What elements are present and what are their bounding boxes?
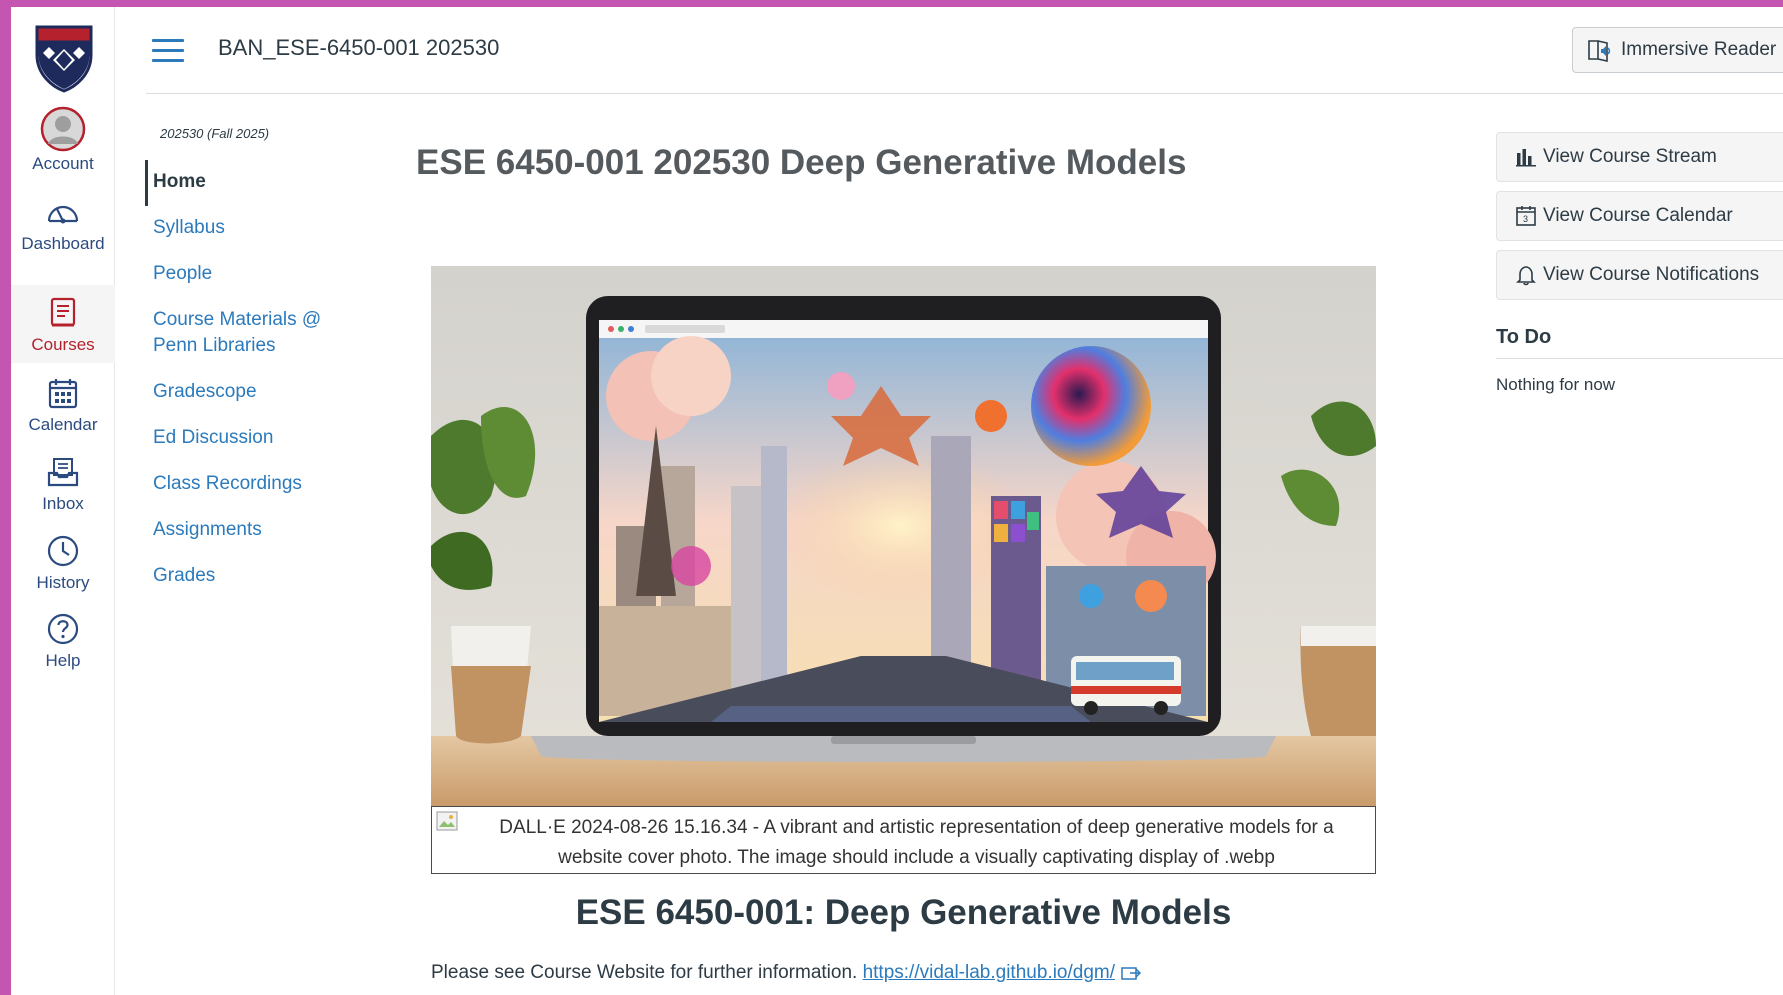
todo-divider [1496,358,1783,359]
immersive-reader-icon [1588,40,1611,62]
view-course-notifications-label: View Course Notifications [1543,264,1760,285]
course-website-info: Please see Course Website for further in… [431,962,1141,984]
inbox-icon [45,454,81,490]
nav-account[interactable]: Account [11,100,115,178]
course-header: BAN_ESE-6450-001 202530 Immersive Reader [146,7,1783,94]
courses-icon [45,295,81,331]
course-nav-people[interactable]: People [153,261,212,287]
calendar-icon: 3 [1516,206,1536,226]
avatar [40,106,86,152]
nav-history[interactable]: History [11,523,115,601]
course-nav-assignments[interactable]: Assignments [153,517,262,543]
view-course-stream-button[interactable]: View Course Stream [1496,132,1783,182]
image-caption-text: DALL·E 2024-08-26 15.16.34 - A vibrant a… [499,817,1334,868]
breadcrumb[interactable]: BAN_ESE-6450-001 202530 [218,35,499,61]
nav-label-history: History [36,573,90,592]
nav-dashboard[interactable]: Dashboard [11,184,115,262]
course-cover-image [431,266,1376,807]
course-nav-class-recordings[interactable]: Class Recordings [153,471,302,497]
help-icon [45,611,81,647]
image-caption: DALL·E 2024-08-26 15.16.34 - A vibrant a… [431,806,1376,874]
dashboard-icon [45,194,81,230]
course-materials-line1: Course Materials @ [153,309,322,330]
course-nav-syllabus[interactable]: Syllabus [153,215,225,241]
nav-help[interactable]: Help [11,601,115,679]
course-heading: ESE 6450-001: Deep Generative Models [575,893,1232,932]
course-website-link[interactable]: https://vidal-lab.github.io/dgm/ [863,962,1115,983]
info-text: Please see Course Website for further in… [431,962,858,983]
calendar-icon [45,375,81,411]
course-menu-toggle-icon[interactable] [152,39,184,65]
nav-label-help: Help [45,651,81,670]
view-course-notifications-button[interactable]: View Course Notifications [1496,250,1783,300]
nav-inbox[interactable]: Inbox [11,444,115,522]
course-nav-grades[interactable]: Grades [153,563,215,589]
immersive-reader-label: Immersive Reader [1621,39,1777,60]
broken-image-icon [436,811,458,831]
todo-title: To Do [1496,326,1552,348]
nav-courses[interactable]: Courses [11,285,115,363]
bell-icon [1516,266,1536,286]
course-nav-ed-discussion[interactable]: Ed Discussion [153,425,273,451]
history-icon [45,533,81,569]
page-title: ESE 6450-001 202530 Deep Generative Mode… [416,143,1187,182]
course-nav-gradescope[interactable]: Gradescope [153,379,257,405]
nav-label-inbox: Inbox [42,494,84,513]
nav-label-dashboard: Dashboard [21,234,105,253]
nav-label-courses: Courses [31,335,95,354]
immersive-reader-button[interactable]: Immersive Reader [1572,27,1783,73]
svg-text:3: 3 [1523,214,1528,224]
bar-chart-icon [1516,149,1536,167]
window-frame-left [0,0,11,995]
course-materials-line2: Penn Libraries [153,335,276,356]
nav-calendar[interactable]: Calendar [11,365,115,443]
window-frame-top [0,0,1783,7]
nav-label-account: Account [32,154,94,173]
view-course-calendar-button[interactable]: 3 View Course Calendar [1496,191,1783,241]
course-nav-course-materials[interactable]: Course Materials @ Penn Libraries [153,307,321,359]
course-nav-home[interactable]: Home [153,169,206,195]
view-course-stream-label: View Course Stream [1543,146,1717,167]
external-link-icon [1121,967,1141,980]
view-course-calendar-label: View Course Calendar [1543,205,1733,226]
todo-empty-message: Nothing for now [1496,375,1616,394]
global-nav: Account Dashboard Courses Calendar Inbox… [11,7,115,995]
term-label: 202530 (Fall 2025) [160,126,270,141]
active-indicator [145,160,148,206]
penn-shield-logo[interactable] [35,25,93,93]
nav-label-calendar: Calendar [28,415,98,434]
